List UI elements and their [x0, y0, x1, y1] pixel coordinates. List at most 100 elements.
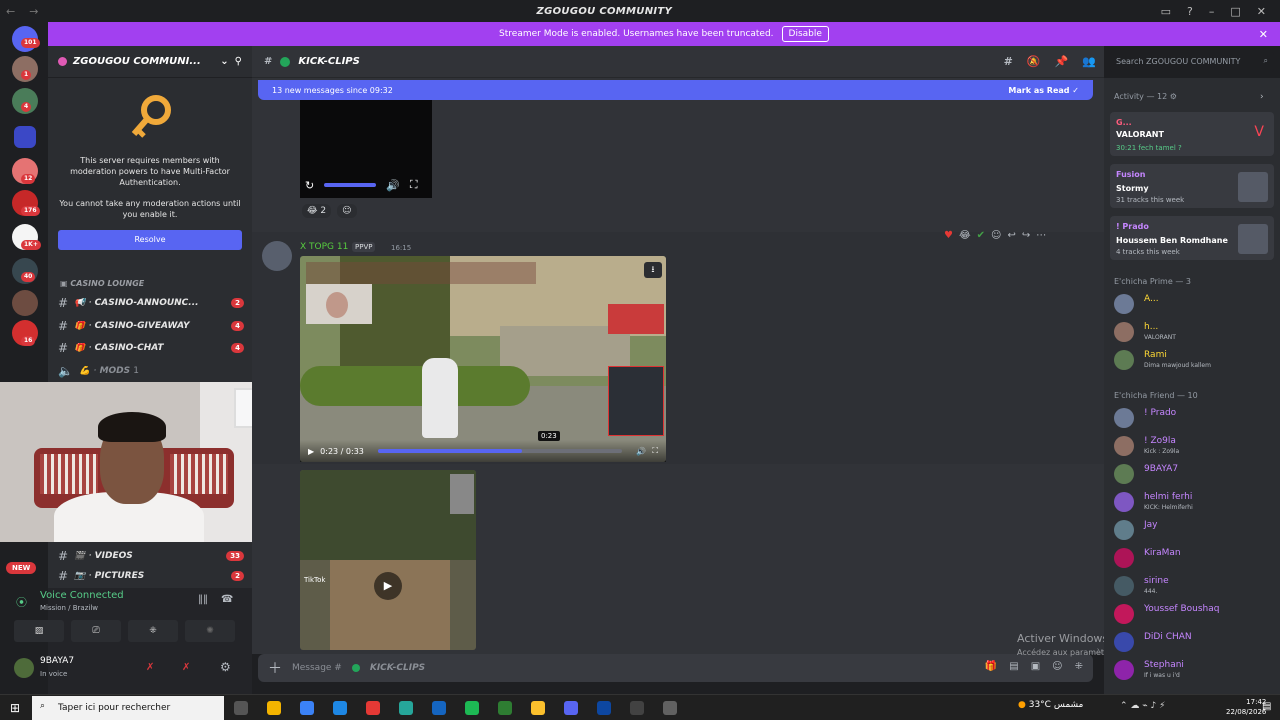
channel-pictures[interactable]: # 📷 ‧ PICTURES 2	[58, 569, 244, 583]
chrome-icon[interactable]	[531, 701, 545, 715]
app-icon[interactable]	[333, 701, 347, 715]
obs-icon[interactable]	[630, 701, 644, 715]
gear-icon[interactable]: ⚙	[1170, 92, 1177, 101]
activity-card[interactable]: G... VALORANT 30:21 fech tamel ? V	[1110, 112, 1274, 156]
seek-bar[interactable]	[377, 449, 623, 453]
close-button[interactable]: ✕	[1257, 5, 1266, 18]
volume-icon[interactable]: 🔊	[386, 179, 400, 192]
member-item[interactable]: Youssef Boushaq	[1114, 602, 1274, 626]
member-item[interactable]: A...	[1114, 292, 1274, 316]
mark-as-read-button[interactable]: Mark as Read ✓	[1008, 86, 1079, 95]
help-icon[interactable]: ?	[1187, 5, 1193, 18]
activity-card[interactable]: Fusion Stormy 31 tracks this week	[1110, 164, 1274, 208]
add-reaction-icon[interactable]: ☺	[991, 230, 1001, 241]
channel-mods[interactable]: 🔈 💪 ‧ MODS 1	[58, 361, 244, 381]
member-item[interactable]: Stephani If i was u i'd	[1114, 658, 1274, 682]
spotify-icon[interactable]	[465, 701, 479, 715]
gift-icon[interactable]: 🎁	[985, 661, 997, 672]
member-item[interactable]: ! Prado	[1114, 406, 1274, 430]
member-item[interactable]: Jay	[1114, 518, 1274, 542]
server-header[interactable]: ZGOUGOU COMMUNI... ⌄ ⚲	[48, 46, 252, 78]
check-icon[interactable]: ✔	[977, 230, 985, 241]
plus-icon[interactable]: ＋	[268, 658, 282, 678]
member-item[interactable]: DiDi CHAN	[1114, 630, 1274, 654]
pin-icon[interactable]: 📌	[1055, 55, 1069, 68]
steam-icon[interactable]	[432, 701, 446, 715]
new-badge[interactable]: NEW	[6, 562, 37, 574]
forward-icon[interactable]: →	[29, 5, 38, 18]
server-icon[interactable]	[12, 290, 38, 316]
reply-icon[interactable]: ↩	[1007, 230, 1015, 241]
notification-icon[interactable]: ▤	[1262, 701, 1271, 712]
play-icon[interactable]: ▶	[374, 572, 402, 600]
volume-icon[interactable]: 🔊	[636, 447, 646, 456]
more-icon[interactable]: ⋯	[1036, 230, 1046, 241]
channel-casino-announcements[interactable]: # 📢 ‧ CASINO-ANNOUNC... 2	[58, 293, 244, 313]
maximize-button[interactable]: □	[1230, 5, 1240, 18]
bell-off-icon[interactable]: 🔕	[1027, 55, 1041, 68]
chevron-right-icon[interactable]: ›	[1260, 92, 1264, 102]
laugh-emoji-icon[interactable]: 😂	[959, 230, 971, 241]
steam-icon[interactable]	[597, 701, 611, 715]
activity-card[interactable]: ! Prado Houssem Ben Romdhane 4 tracks th…	[1110, 216, 1274, 260]
member-item[interactable]: Rami Dima mawjoud kallem	[1114, 348, 1274, 372]
back-icon[interactable]: ←	[6, 5, 15, 18]
play-icon[interactable]: ▶	[308, 447, 314, 456]
forward-icon[interactable]: ↪	[1022, 230, 1030, 241]
gif-icon[interactable]: ▤	[1009, 661, 1018, 672]
discord-icon[interactable]	[564, 701, 578, 715]
heart-icon[interactable]: ♥	[944, 230, 953, 241]
voice-channel[interactable]: Mission / Brazilw	[40, 604, 98, 612]
windows-start-icon[interactable]: ⊞	[10, 701, 20, 715]
member-item[interactable]: helmi ferhi KICK: Helmiferhi	[1114, 490, 1274, 514]
replay-icon[interactable]: ↻	[305, 179, 314, 192]
tray-icons[interactable]: ⌃ ☁ ⌁ ♪ ⚡	[1120, 701, 1165, 711]
file-explorer-icon[interactable]	[267, 701, 281, 715]
minimize-button[interactable]: –	[1209, 5, 1215, 18]
taskbar-search[interactable]: ⌕ Taper ici pour rechercher	[32, 696, 224, 720]
disconnect-icon[interactable]: ☎	[221, 594, 233, 605]
member-item[interactable]: 9BAYA7	[1114, 462, 1274, 486]
message-composer[interactable]: ＋ Message # KICK-CLIPS 🎁 ▤ ▣ ☺ ⁜	[258, 654, 1093, 682]
mute-icon[interactable]: ✗	[146, 662, 154, 673]
message-author[interactable]: X TOPG 11	[300, 242, 348, 252]
member-item[interactable]: h... VALORANT	[1114, 320, 1274, 344]
member-item[interactable]: KiraMan	[1114, 546, 1274, 570]
members-icon[interactable]: 👥	[1082, 55, 1096, 68]
download-icon[interactable]: ⭳	[644, 262, 662, 278]
new-messages-bar[interactable]: 13 new messages since 09:32 Mark as Read…	[258, 80, 1093, 100]
member-item[interactable]: sirine 444.	[1114, 574, 1274, 598]
task-view-icon[interactable]	[234, 701, 248, 715]
opera-icon[interactable]	[366, 701, 380, 715]
resolve-button[interactable]: Resolve	[58, 230, 242, 250]
apps-icon[interactable]: ⁜	[1075, 661, 1083, 672]
add-reaction-icon[interactable]: ☺	[337, 204, 357, 218]
video-player-2[interactable]	[300, 470, 476, 650]
sticker-icon[interactable]: ▣	[1031, 661, 1040, 672]
app-icon[interactable]	[663, 701, 677, 715]
fullscreen-icon[interactable]: ⛶	[410, 178, 418, 192]
member-item[interactable]: ! Zo9la Kick : Zo9la	[1114, 434, 1274, 458]
channel-casino-chat[interactable]: # 🎁 ‧ CASINO-CHAT 4	[58, 338, 244, 358]
avatar[interactable]	[14, 658, 34, 678]
reaction-laugh[interactable]: 😂 2	[302, 204, 332, 218]
search-input[interactable]: Search ZGOUGOU COMMUNITY ⌕	[1110, 52, 1274, 72]
inbox-icon[interactable]: ▭	[1161, 5, 1171, 18]
activities-button[interactable]: ⁜	[128, 620, 178, 642]
folder-icon[interactable]	[14, 126, 36, 148]
disable-button[interactable]: Disable	[781, 26, 829, 42]
kick-icon[interactable]	[498, 701, 512, 715]
gear-icon[interactable]: ⚙	[220, 660, 231, 674]
close-icon[interactable]: ✕	[1259, 28, 1268, 41]
emoji-icon[interactable]: ☺	[1052, 661, 1062, 672]
weather[interactable]: ● 33°C مشمس	[1018, 700, 1083, 710]
screen-share-button[interactable]: ⎚	[71, 620, 121, 642]
add-member-icon[interactable]: ⚲	[235, 56, 242, 67]
avatar[interactable]	[262, 241, 292, 271]
soundboard-button[interactable]: ✺	[185, 620, 235, 642]
clock[interactable]: 17:42 22/08/2026	[1226, 697, 1266, 717]
store-icon[interactable]	[300, 701, 314, 715]
fullscreen-icon[interactable]: ⛶	[652, 446, 658, 456]
channel-videos[interactable]: # 🎬 ‧ VIDEOS 33	[58, 546, 244, 566]
edge-icon[interactable]	[399, 701, 413, 715]
